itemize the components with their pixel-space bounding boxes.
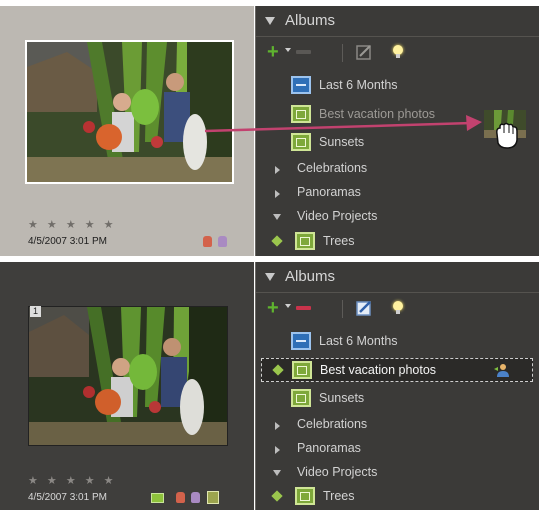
album-label: Sunsets xyxy=(319,391,365,405)
panel-dropped-state: 1 ★ ★ ★ ★ ★ 4/5/2007 3:01 PM Albums + La… xyxy=(0,262,539,510)
tag-purple-icon xyxy=(191,492,200,503)
albums-toolbar: + xyxy=(256,293,539,323)
add-plus-icon[interactable]: + xyxy=(267,298,279,318)
stack-icon xyxy=(207,491,219,504)
photo-date: 4/5/2007 3:01 PM xyxy=(28,492,107,503)
photo-image xyxy=(29,307,227,445)
album-badge-icon xyxy=(151,493,164,503)
expand-triangle-icon[interactable] xyxy=(275,422,280,430)
album-label: Trees xyxy=(323,489,355,503)
person-share-icon[interactable] xyxy=(494,363,510,378)
media-pane: 1 ★ ★ ★ ★ ★ 4/5/2007 3:01 PM xyxy=(0,262,254,510)
panel-drag-state: ★ ★ ★ ★ ★ 4/5/2007 3:01 PM Albums + Last… xyxy=(0,6,539,256)
image-number-badge: 1 xyxy=(30,306,41,317)
album-icon-green xyxy=(291,389,311,407)
album-row-best-vacation[interactable]: Best vacation photos xyxy=(261,358,533,382)
collapse-triangle-icon[interactable] xyxy=(273,470,281,476)
album-group-label: Celebrations xyxy=(297,417,368,431)
diamond-icon xyxy=(272,364,284,376)
album-group-label: Video Projects xyxy=(297,465,378,479)
album-label: Last 6 Months xyxy=(319,334,398,348)
expand-triangle-icon[interactable] xyxy=(275,446,280,454)
albums-title: Albums xyxy=(285,268,336,285)
edit-icon[interactable] xyxy=(356,300,372,316)
album-label: Best vacation photos xyxy=(320,363,437,377)
album-group-label: Panoramas xyxy=(297,441,361,455)
photo-thumbnail[interactable] xyxy=(28,306,228,446)
tag-red-icon xyxy=(176,492,185,503)
album-group-panoramas[interactable]: Panoramas xyxy=(256,437,539,461)
album-row-last6months[interactable]: Last 6 Months xyxy=(256,330,539,354)
bulb-icon[interactable] xyxy=(393,301,403,314)
hand-cursor-icon xyxy=(496,122,518,149)
album-icon-green xyxy=(295,487,315,505)
albums-panel: Albums + Last 6 Months Best vacation pho… xyxy=(255,262,539,510)
albums-header[interactable]: Albums xyxy=(256,262,539,293)
album-icon-green xyxy=(292,361,312,379)
drag-arrow xyxy=(204,115,482,133)
album-row-trees[interactable]: Trees xyxy=(256,485,539,509)
chevron-down-icon[interactable] xyxy=(285,304,291,308)
album-icon-blue xyxy=(291,332,311,350)
album-row-sunsets[interactable]: Sunsets xyxy=(256,387,539,411)
remove-minus-icon[interactable] xyxy=(296,306,311,310)
diamond-icon xyxy=(271,490,283,502)
album-group-celebrations[interactable]: Celebrations xyxy=(256,413,539,437)
rating-stars[interactable]: ★ ★ ★ ★ ★ xyxy=(28,474,117,487)
album-group-video-projects[interactable]: Video Projects xyxy=(256,461,539,485)
collapse-triangle-icon[interactable] xyxy=(265,273,275,281)
toolbar-divider xyxy=(342,300,343,318)
